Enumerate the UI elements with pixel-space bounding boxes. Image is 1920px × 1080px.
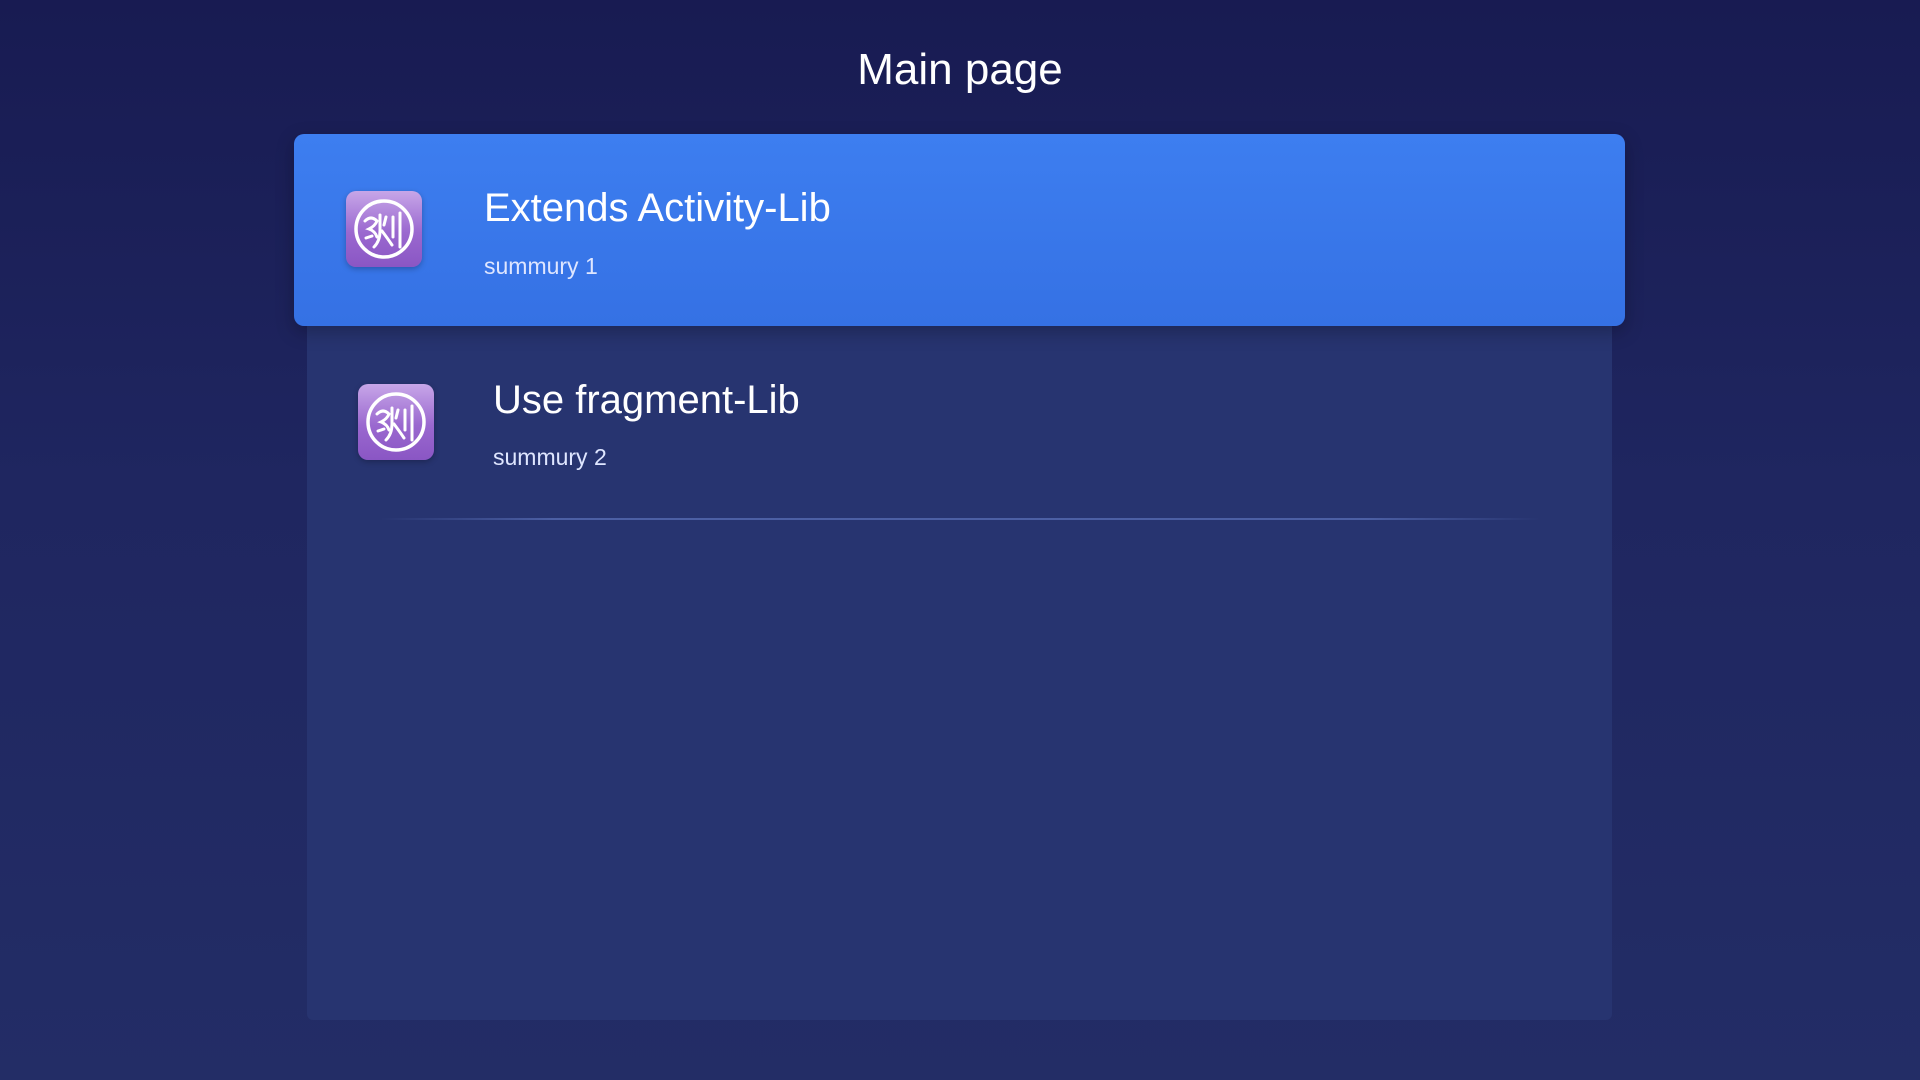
item-summary: summury 1 xyxy=(484,253,598,279)
page-title: Main page xyxy=(857,45,1063,94)
list-divider xyxy=(380,518,1540,520)
item-title: Use fragment-Lib xyxy=(493,378,800,422)
app-logo-icon xyxy=(358,384,434,460)
app-logo-icon xyxy=(346,191,422,267)
item-summary: summury 2 xyxy=(493,444,607,470)
item-title: Extends Activity-Lib xyxy=(484,186,831,230)
list-item-extends-activity-lib[interactable]: Extends Activity-Lib summury 1 xyxy=(294,134,1625,326)
list-item-use-fragment-lib[interactable]: Use fragment-Lib summury 2 xyxy=(307,326,1612,518)
